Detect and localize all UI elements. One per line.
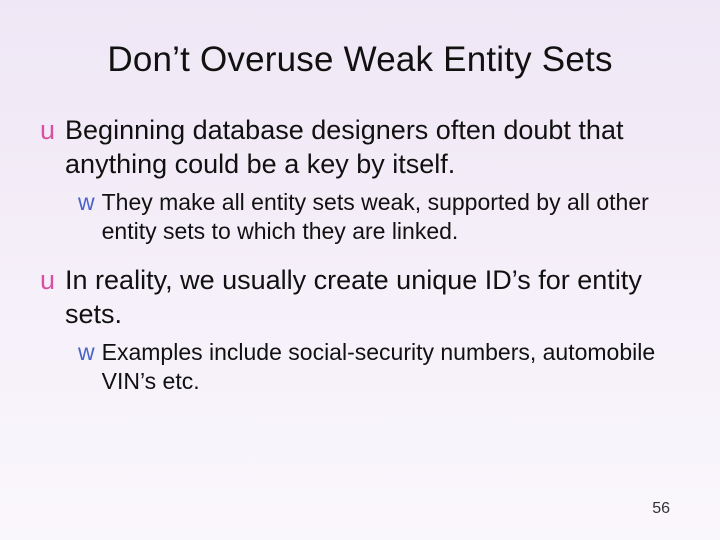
list-item: u In reality, we usually create unique I… <box>40 264 680 332</box>
bullet-marker: w <box>78 338 95 367</box>
bullet-marker: w <box>78 188 95 217</box>
bullet-text: Beginning database designers often doubt… <box>65 114 680 182</box>
list-item: w They make all entity sets weak, suppor… <box>78 188 680 247</box>
bullet-marker: u <box>40 114 55 148</box>
page-number: 56 <box>652 500 670 518</box>
list-item: u Beginning database designers often dou… <box>40 114 680 182</box>
bullet-marker: u <box>40 264 55 298</box>
bullet-text: In reality, we usually create unique ID’… <box>65 264 680 332</box>
bullet-text: They make all entity sets weak, supporte… <box>102 188 680 247</box>
bullet-text: Examples include social-security numbers… <box>102 338 680 397</box>
list-item: w Examples include social-security numbe… <box>78 338 680 397</box>
slide-title: Don’t Overuse Weak Entity Sets <box>40 40 680 80</box>
slide: Don’t Overuse Weak Entity Sets u Beginni… <box>0 0 720 540</box>
